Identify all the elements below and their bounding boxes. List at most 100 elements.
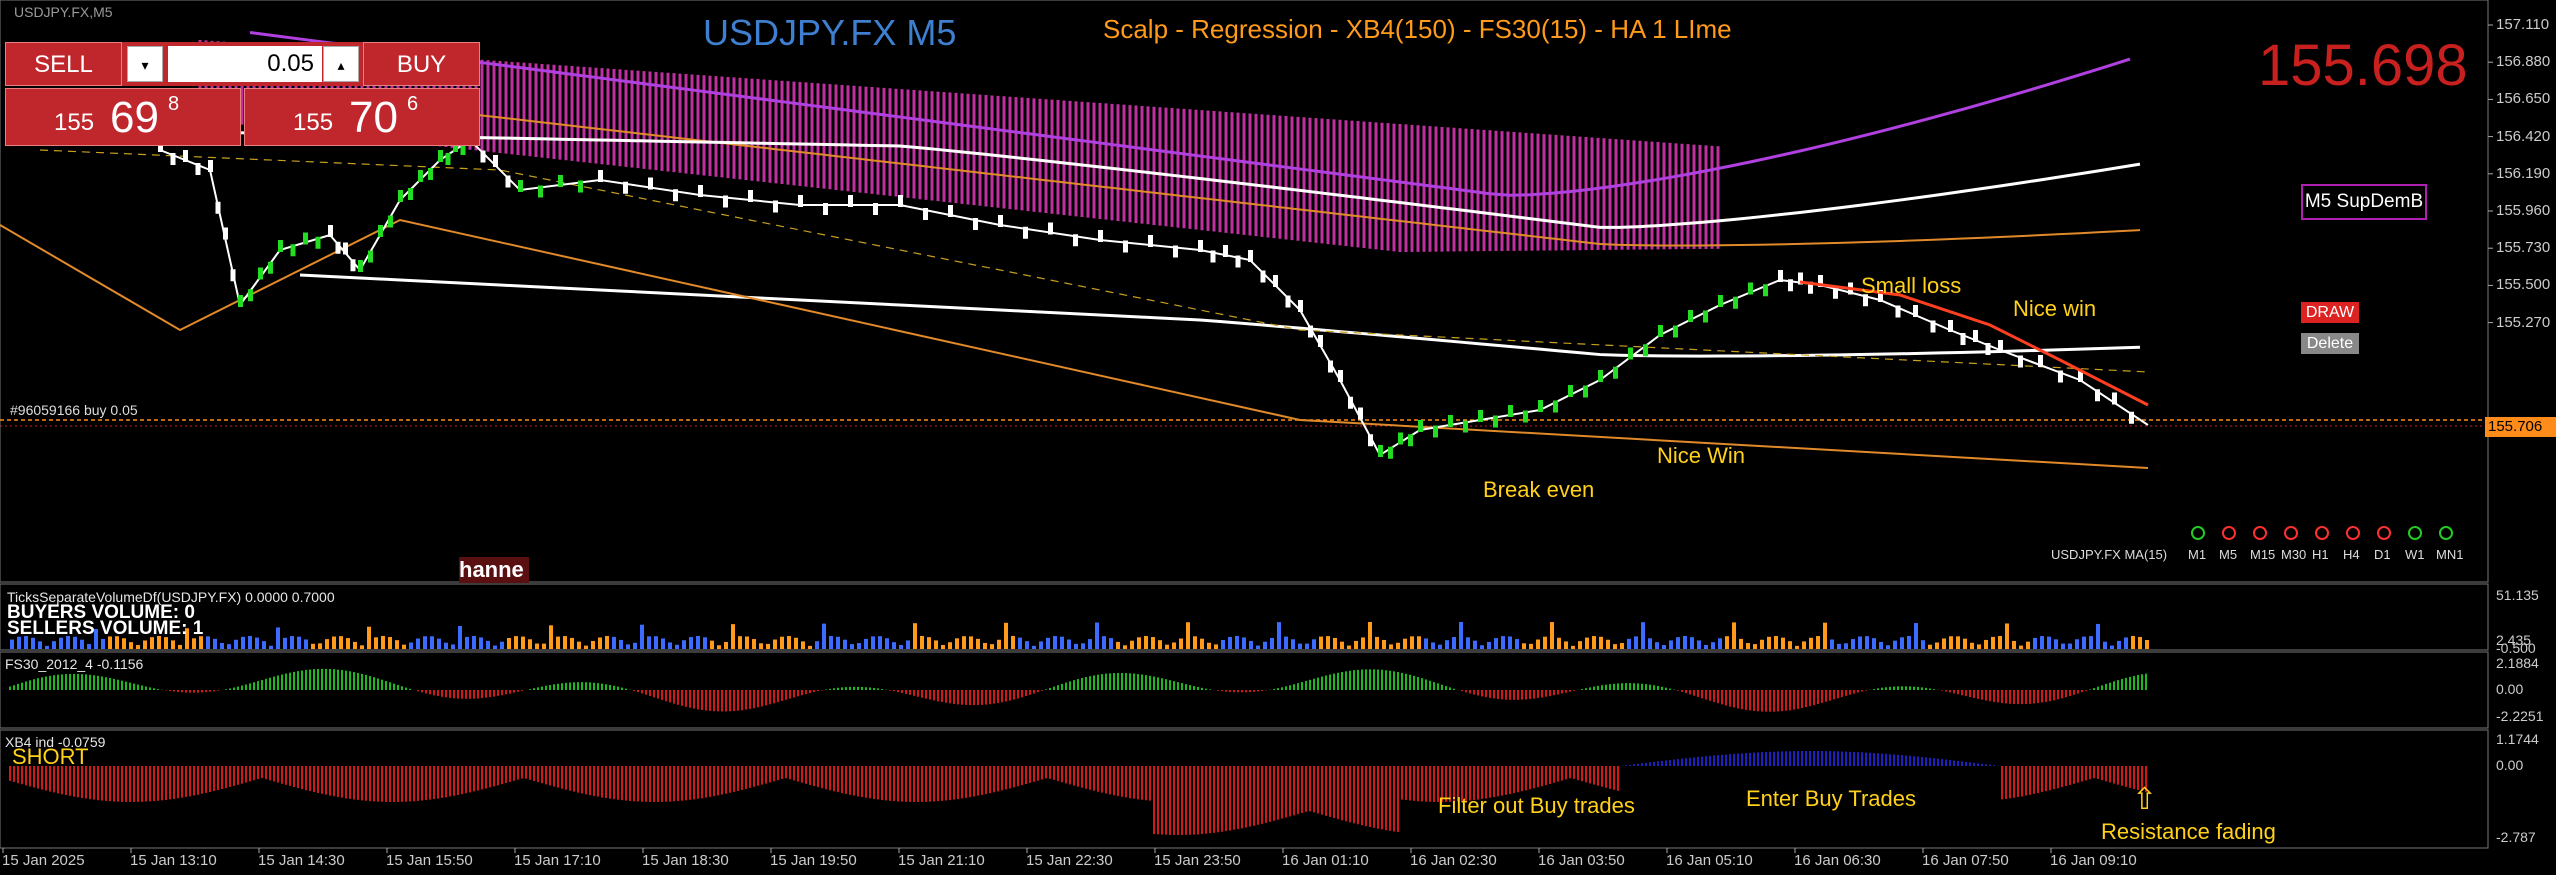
- ha-candle-up: [418, 170, 423, 182]
- volume-bar: [1312, 639, 1316, 649]
- ha-candle-down: [2112, 392, 2117, 405]
- ha-candle-down: [2038, 355, 2043, 367]
- volume-bar: [1284, 636, 1288, 649]
- volume-bar: [87, 644, 91, 649]
- volume-bar: [1732, 622, 1736, 649]
- position-label[interactable]: #96059166 buy 0.05: [10, 402, 138, 418]
- supdem-button[interactable]: M5 SupDemB: [2301, 184, 2427, 220]
- ha-candle-up: [1398, 432, 1403, 445]
- ha-candle-up: [1688, 310, 1693, 322]
- volume-bar: [1627, 638, 1631, 649]
- volume-bar: [479, 637, 483, 649]
- volume-bar: [899, 645, 903, 649]
- sell-quote-prefix: 155: [54, 109, 95, 136]
- volume-bar: [1459, 622, 1463, 649]
- volume-bar: [80, 639, 84, 649]
- volume-bar: [1130, 640, 1134, 649]
- sell-quote[interactable]: 155 69 8: [5, 88, 241, 146]
- ha-candle-down: [1260, 270, 1266, 283]
- ha-candle-down: [1358, 407, 1363, 420]
- volume-bar: [1767, 636, 1771, 649]
- volume-bar: [1970, 642, 1974, 649]
- ha-candle-up: [1418, 420, 1423, 432]
- volume-bar: [1438, 644, 1442, 649]
- timeframe-status-icon: [2191, 526, 2205, 540]
- volume-bar: [549, 625, 553, 649]
- volume-bar: [1102, 636, 1106, 649]
- annotation-enter-buy: Enter Buy Trades: [1746, 786, 1916, 811]
- annotation-resistance: Resistance fading: [2101, 819, 2276, 844]
- volume-bar: [598, 637, 602, 649]
- ha-candle-up: [1408, 434, 1413, 447]
- delete-button[interactable]: Delete: [2301, 333, 2359, 354]
- ha-candle-down: [973, 218, 978, 230]
- buy-quote[interactable]: 155 70 6: [244, 88, 480, 146]
- volume-bar: [1536, 639, 1540, 649]
- ha-candle-down: [1913, 305, 1918, 317]
- volume-bar: [290, 636, 294, 649]
- ha-candle-up: [578, 180, 583, 193]
- volume-bar: [976, 638, 980, 649]
- volume-bar: [906, 640, 910, 649]
- ha-candle-down: [183, 150, 188, 162]
- ha-candle-up: [1388, 446, 1393, 459]
- volume-bar: [1998, 636, 2002, 649]
- volume-bar: [2117, 640, 2121, 649]
- volume-bar: [892, 642, 896, 649]
- ha-candle-down: [623, 181, 628, 194]
- volume-bar: [1179, 638, 1183, 649]
- draw-button[interactable]: DRAW: [2301, 302, 2359, 323]
- ha-candle-down: [223, 227, 228, 240]
- volume-bar: [2075, 639, 2079, 649]
- volume-bar: [1354, 640, 1358, 649]
- ha-candle-down: [1895, 305, 1901, 318]
- ha-candle-down: [723, 195, 728, 208]
- lot-increase-button[interactable]: ▴: [323, 46, 359, 82]
- volume-bar: [654, 636, 658, 649]
- volume-bar: [1543, 636, 1547, 649]
- volume-bar: [1571, 645, 1575, 649]
- volume-bar: [1662, 644, 1666, 649]
- volume-bar: [1410, 636, 1414, 649]
- volume-bar: [780, 636, 784, 649]
- ha-candle-up: [1523, 410, 1528, 423]
- volume-bar: [1501, 636, 1505, 649]
- volume-bar: [1200, 638, 1204, 649]
- sell-button[interactable]: SELL: [5, 42, 122, 86]
- volume-bar: [2145, 639, 2149, 649]
- volume-bar: [402, 644, 406, 649]
- ha-candle-down: [208, 160, 213, 172]
- volume-bar: [1095, 622, 1099, 649]
- volume-bar: [864, 638, 868, 649]
- volume-bar: [1711, 642, 1715, 649]
- volume-bar: [941, 644, 945, 649]
- volume-bar: [1935, 642, 1939, 649]
- buy-button[interactable]: BUY: [363, 42, 480, 86]
- ha-candle-up: [1733, 296, 1738, 309]
- volume-bar: [1648, 638, 1652, 649]
- lot-decrease-button[interactable]: ▾: [127, 46, 163, 82]
- volume-bar: [1109, 638, 1113, 649]
- lot-size-input[interactable]: 0.05: [168, 46, 322, 82]
- volume-bar: [269, 645, 273, 649]
- volume-bar: [577, 641, 581, 649]
- timeframe-label: M15: [2250, 547, 2276, 562]
- volume-bar: [2019, 645, 2023, 649]
- volume-bar: [262, 641, 266, 649]
- volume-bar: [682, 640, 686, 649]
- ha-candle-down: [1778, 270, 1783, 282]
- ha-candle-up: [438, 150, 443, 162]
- ha-candle-up: [278, 240, 283, 252]
- volume-bar: [1004, 622, 1008, 649]
- volume-bar: [1746, 643, 1750, 649]
- volume-bar: [1123, 645, 1127, 649]
- ha-candle-up: [445, 153, 451, 165]
- volume-bar: [1151, 637, 1155, 649]
- volume-bar: [1676, 637, 1680, 649]
- xb4-axis-label: 0.00: [2496, 757, 2524, 773]
- price-axis-label: 156.190: [2496, 164, 2551, 182]
- ha-candle-up: [1748, 282, 1753, 295]
- xb4-axis-label: -2.787: [2496, 829, 2536, 845]
- ha-candle-down: [673, 189, 678, 202]
- volume-bar: [38, 641, 42, 649]
